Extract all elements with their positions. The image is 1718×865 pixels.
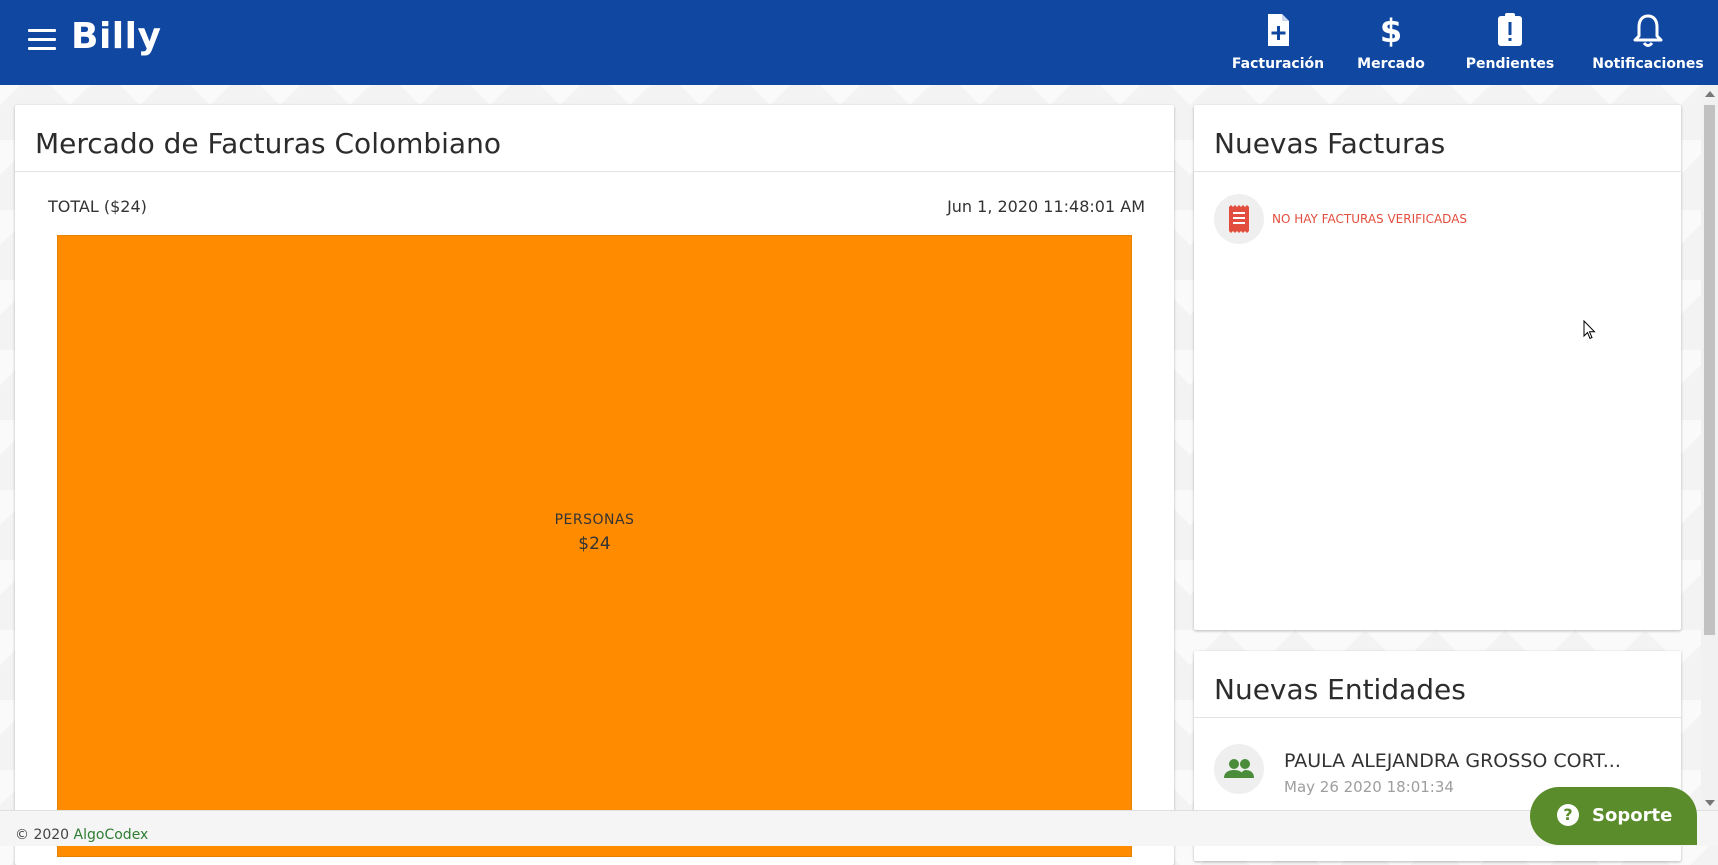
treemap-cell-value: $24 bbox=[578, 534, 611, 554]
treemap-cell-name: PERSONAS bbox=[554, 512, 635, 528]
treemap-cell-label: PERSONAS $24 bbox=[58, 512, 1131, 554]
empty-invoices-message: NO HAY FACTURAS VERIFICADAS bbox=[1272, 212, 1468, 226]
nav-notificaciones-button[interactable]: Notificaciones bbox=[1588, 10, 1708, 78]
help-circle-icon: ? bbox=[1557, 804, 1579, 826]
footer-copyright: © 2020 AlgoCodex bbox=[15, 827, 148, 843]
app-brand[interactable]: Billy bbox=[71, 16, 161, 57]
copyright-text: © 2020 bbox=[15, 827, 70, 843]
market-card: Mercado de Facturas Colombiano TOTAL ($2… bbox=[15, 105, 1174, 865]
mouse-cursor-icon bbox=[1583, 320, 1596, 340]
page-scrollbar[interactable] bbox=[1701, 85, 1718, 810]
entity-name: PAULA ALEJANDRA GROSSO CORT... bbox=[1284, 750, 1621, 772]
nav-mercado-button[interactable]: $ Mercado bbox=[1351, 10, 1431, 78]
new-entities-title: Nuevas Entidades bbox=[1194, 651, 1681, 718]
scroll-down-arrow-icon[interactable] bbox=[1705, 800, 1715, 806]
top-app-bar: Billy Facturación $ Mercado Pendientes N… bbox=[0, 0, 1718, 85]
market-title: Mercado de Facturas Colombiano bbox=[15, 105, 1174, 172]
treemap-cell-personas[interactable]: PERSONAS $24 bbox=[58, 236, 1131, 856]
entity-date: May 26 2020 18:01:34 bbox=[1284, 778, 1454, 796]
file-plus-icon bbox=[1268, 14, 1289, 46]
people-icon bbox=[1214, 744, 1264, 794]
svg-text:$: $ bbox=[1380, 12, 1402, 50]
dollar-icon: $ bbox=[1380, 12, 1402, 50]
nav-label: Notificaciones bbox=[1592, 56, 1704, 72]
new-invoices-title: Nuevas Facturas bbox=[1194, 105, 1681, 172]
page-footer: © 2020 AlgoCodex bbox=[0, 810, 1718, 846]
market-total: TOTAL ($24) bbox=[48, 197, 147, 216]
treemap-chart: PERSONAS $24 bbox=[57, 235, 1132, 857]
scrollbar-thumb[interactable] bbox=[1704, 105, 1715, 635]
company-link[interactable]: AlgoCodex bbox=[74, 827, 149, 843]
clipboard-alert-icon bbox=[1498, 13, 1522, 46]
nav-facturacion-button[interactable]: Facturación bbox=[1228, 10, 1328, 78]
support-button[interactable]: ? Soporte bbox=[1530, 787, 1697, 845]
scroll-up-arrow-icon[interactable] bbox=[1705, 91, 1715, 97]
nav-pendientes-button[interactable]: Pendientes bbox=[1460, 10, 1560, 78]
receipt-icon bbox=[1214, 194, 1264, 244]
support-label: Soporte bbox=[1592, 805, 1673, 826]
new-invoices-card: Nuevas Facturas NO HAY FACTURAS VERIFICA… bbox=[1194, 105, 1681, 630]
bell-icon bbox=[1633, 14, 1663, 47]
nav-label: Pendientes bbox=[1465, 56, 1555, 72]
market-timestamp: Jun 1, 2020 11:48:01 AM bbox=[947, 197, 1145, 216]
menu-icon[interactable] bbox=[28, 29, 56, 51]
nav-label: Facturación bbox=[1231, 56, 1325, 72]
nav-label: Mercado bbox=[1357, 56, 1425, 72]
